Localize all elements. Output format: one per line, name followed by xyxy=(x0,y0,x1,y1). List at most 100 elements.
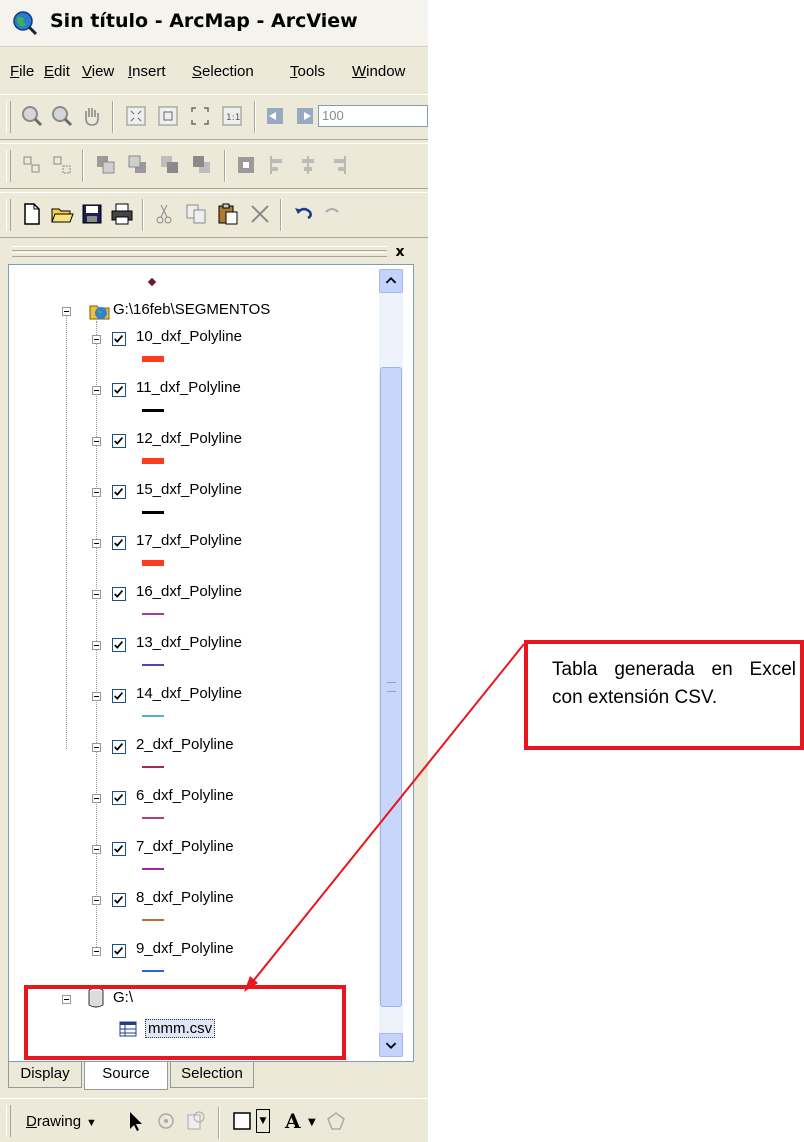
scroll-down-button[interactable] xyxy=(379,1033,403,1057)
toolbar-grip[interactable] xyxy=(6,101,11,133)
drawing-menu-button[interactable]: Drawing ▼ xyxy=(26,1113,97,1130)
layer-visibility-checkbox[interactable] xyxy=(112,842,126,856)
layer-name-label[interactable]: 6_dxf_Polyline xyxy=(136,787,234,804)
layer-line-symbol[interactable] xyxy=(142,664,164,666)
menu-edit[interactable]: Edit xyxy=(44,63,70,80)
menu-selection[interactable]: Selection xyxy=(192,63,254,80)
layer-line-symbol[interactable] xyxy=(142,919,164,921)
align-right-icon[interactable] xyxy=(326,153,350,177)
rotate-icon[interactable] xyxy=(154,1109,178,1133)
ungroup-icon[interactable] xyxy=(50,153,74,177)
layer-name-label[interactable]: 10_dxf_Polyline xyxy=(136,328,242,345)
layer-name-label[interactable]: 13_dxf_Polyline xyxy=(136,634,242,651)
tab-selection[interactable]: Selection xyxy=(170,1062,254,1088)
toc-scrollbar[interactable] xyxy=(379,269,403,1057)
align-left-icon[interactable] xyxy=(266,153,290,177)
fixed-zoom-in-icon[interactable] xyxy=(124,104,148,128)
layer-name-label[interactable]: 12_dxf_Polyline xyxy=(136,430,242,447)
text-tool-icon[interactable]: A xyxy=(282,1109,306,1133)
layer-line-symbol[interactable] xyxy=(142,511,164,514)
new-document-icon[interactable] xyxy=(20,202,44,226)
send-to-back-icon[interactable] xyxy=(126,153,150,177)
layer-name-label[interactable]: 15_dxf_Polyline xyxy=(136,481,242,498)
tab-display[interactable]: Display xyxy=(8,1062,82,1088)
save-disk-icon[interactable] xyxy=(80,202,104,226)
layer-visibility-checkbox[interactable] xyxy=(112,791,126,805)
undo-icon[interactable] xyxy=(292,202,316,226)
expand-layer-toggle[interactable] xyxy=(92,335,101,344)
back-extent-icon[interactable] xyxy=(264,104,288,128)
expand-layer-toggle[interactable] xyxy=(92,845,101,854)
expand-layer-toggle[interactable] xyxy=(92,641,101,650)
layer-name-label[interactable]: 11_dxf_Polyline xyxy=(136,379,241,396)
toc-close-button[interactable]: x xyxy=(392,244,408,260)
expand-layer-toggle[interactable] xyxy=(92,590,101,599)
bring-forward-icon[interactable] xyxy=(158,153,182,177)
layer-name-label[interactable]: 16_dxf_Polyline xyxy=(136,583,242,600)
layer-line-symbol[interactable] xyxy=(142,560,164,566)
layer-visibility-checkbox[interactable] xyxy=(112,893,126,907)
layer-visibility-checkbox[interactable] xyxy=(112,587,126,601)
layer-line-symbol[interactable] xyxy=(142,356,164,362)
nudge-icon[interactable] xyxy=(234,153,258,177)
zoom-out-icon[interactable] xyxy=(50,104,74,128)
zoom-in-icon[interactable] xyxy=(20,104,44,128)
select-arrow-icon[interactable] xyxy=(124,1109,148,1133)
layer-line-symbol[interactable] xyxy=(142,458,164,464)
layer-visibility-checkbox[interactable] xyxy=(112,638,126,652)
group-icon[interactable] xyxy=(20,153,44,177)
align-center-icon[interactable] xyxy=(296,153,320,177)
layer-line-symbol[interactable] xyxy=(142,613,164,615)
zoom-1-1-icon[interactable]: 1:1 xyxy=(220,104,244,128)
layer-visibility-checkbox[interactable] xyxy=(112,332,126,346)
toolbar-grip[interactable] xyxy=(6,1105,11,1137)
expand-layer-toggle[interactable] xyxy=(92,539,101,548)
layer-name-label[interactable]: 7_dxf_Polyline xyxy=(136,838,234,855)
layer-visibility-checkbox[interactable] xyxy=(112,536,126,550)
expand-root-toggle[interactable] xyxy=(62,307,71,316)
layer-name-label[interactable]: 2_dxf_Polyline xyxy=(136,736,234,753)
toolbar-grip[interactable] xyxy=(6,150,11,182)
layer-line-symbol[interactable] xyxy=(142,766,164,768)
expand-layer-toggle[interactable] xyxy=(92,437,101,446)
layer-line-symbol[interactable] xyxy=(142,409,164,412)
scroll-thumb[interactable] xyxy=(380,367,402,1007)
layer-line-symbol[interactable] xyxy=(142,868,164,870)
print-icon[interactable] xyxy=(110,202,134,226)
root-path-label[interactable]: G:\16feb\SEGMENTOS xyxy=(113,301,270,318)
toolbar-grip[interactable] xyxy=(6,199,11,231)
zoom-whole-page-icon[interactable] xyxy=(184,1109,208,1133)
copy-icon[interactable] xyxy=(184,202,208,226)
layer-line-symbol[interactable] xyxy=(142,715,164,717)
full-extent-icon[interactable] xyxy=(188,104,212,128)
layer-visibility-checkbox[interactable] xyxy=(112,485,126,499)
text-dropdown-arrow-icon[interactable]: ▼ xyxy=(308,1117,316,1128)
menu-file[interactable]: File xyxy=(10,63,34,80)
menu-window[interactable]: Window xyxy=(352,63,405,80)
layer-visibility-checkbox[interactable] xyxy=(112,944,126,958)
layer-name-label[interactable]: 17_dxf_Polyline xyxy=(136,532,242,549)
toc-grip[interactable] xyxy=(12,246,387,251)
menu-view[interactable]: View xyxy=(82,63,114,80)
layer-line-symbol[interactable] xyxy=(142,817,164,819)
delete-x-icon[interactable] xyxy=(248,202,272,226)
layer-line-symbol[interactable] xyxy=(142,970,164,972)
layer-visibility-checkbox[interactable] xyxy=(112,434,126,448)
layer-name-label[interactable]: 8_dxf_Polyline xyxy=(136,889,234,906)
rectangle-dropdown[interactable]: ▼ xyxy=(256,1109,270,1133)
expand-layer-toggle[interactable] xyxy=(92,794,101,803)
zoom-combo[interactable]: 100 xyxy=(318,105,428,127)
layer-visibility-checkbox[interactable] xyxy=(112,383,126,397)
expand-layer-toggle[interactable] xyxy=(92,488,101,497)
paste-icon[interactable] xyxy=(216,202,240,226)
open-folder-icon[interactable] xyxy=(50,202,74,226)
layer-visibility-checkbox[interactable] xyxy=(112,740,126,754)
scroll-up-button[interactable] xyxy=(379,269,403,293)
expand-layer-toggle[interactable] xyxy=(92,386,101,395)
redo-icon[interactable] xyxy=(320,202,344,226)
layer-name-label[interactable]: 9_dxf_Polyline xyxy=(136,940,234,957)
pan-hand-icon[interactable] xyxy=(80,104,104,128)
expand-layer-toggle[interactable] xyxy=(92,692,101,701)
fixed-zoom-out-icon[interactable] xyxy=(156,104,180,128)
expand-layer-toggle[interactable] xyxy=(92,896,101,905)
